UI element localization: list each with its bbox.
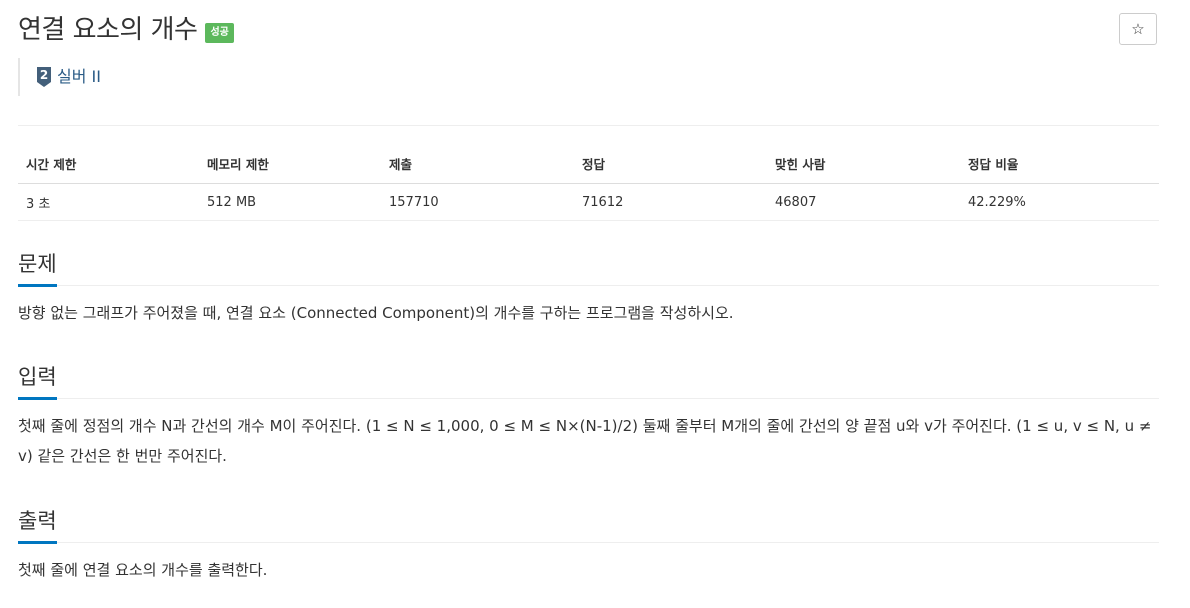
header-accepted: 정답 [574,146,767,184]
star-button[interactable]: ☆ [1119,13,1157,45]
cell-submissions[interactable]: 157710 [381,183,574,221]
tier-number: 2 [40,68,48,82]
output-heading: 출력 [18,506,57,544]
cell-time-limit: 3 초 [18,183,199,221]
table-row: 3 초 512 MB 157710 71612 46807 42.229% [18,183,1159,221]
tier-block: 2 실버 II [18,58,101,96]
cell-accepted[interactable]: 71612 [574,183,767,221]
problem-title: 연결 요소의 개수 [18,15,198,45]
input-section: 입력 첫째 줄에 정점의 개수 N과 간선의 개수 M이 주어진다. (1 ≤ … [18,360,1159,471]
result-badge: 성공 [205,23,234,43]
header-memory-limit: 메모리 제한 [199,146,381,184]
description-section: 문제 방향 없는 그래프가 주어졌을 때, 연결 요소 (Connected C… [18,247,1159,328]
section-heading-wrap: 출력 [18,504,1159,544]
input-heading: 입력 [18,362,57,400]
header-submissions: 제출 [381,146,574,184]
section-heading-wrap: 입력 [18,360,1159,400]
output-section: 출력 첫째 줄에 연결 요소의 개수를 출력한다. [18,504,1159,585]
section-heading-wrap: 문제 [18,247,1159,287]
divider [18,125,1159,126]
cell-accept-ratio: 42.229% [960,183,1159,221]
problem-info-table: 시간 제한 메모리 제한 제출 정답 맞힌 사람 정답 비율 3 초 512 M… [18,146,1159,221]
cell-memory-limit: 512 MB [199,183,381,221]
output-text: 첫째 줄에 연결 요소의 개수를 출력한다. [18,561,268,579]
table-header-row: 시간 제한 메모리 제한 제출 정답 맞힌 사람 정답 비율 [18,146,1159,184]
input-text: 첫째 줄에 정점의 개수 N과 간선의 개수 M이 주어진다. (1 ≤ N ≤… [18,417,1152,465]
tier-label[interactable]: 실버 II [57,67,101,87]
problem-header: 연결 요소의 개수 성공 [18,12,234,48]
header-time-limit: 시간 제한 [18,146,199,184]
header-solved-users: 맞힌 사람 [767,146,960,184]
problem-page: 연결 요소의 개수 성공 ☆ 2 실버 II 시간 제한 메모리 제한 제출 정… [0,0,1190,608]
description-heading: 문제 [18,249,57,287]
tier-badge-icon: 2 [36,66,52,88]
description-text: 방향 없는 그래프가 주어졌을 때, 연결 요소 (Connected Comp… [18,304,734,322]
header-accept-ratio: 정답 비율 [960,146,1159,184]
star-icon: ☆ [1131,20,1145,38]
cell-solved-users[interactable]: 46807 [767,183,960,221]
